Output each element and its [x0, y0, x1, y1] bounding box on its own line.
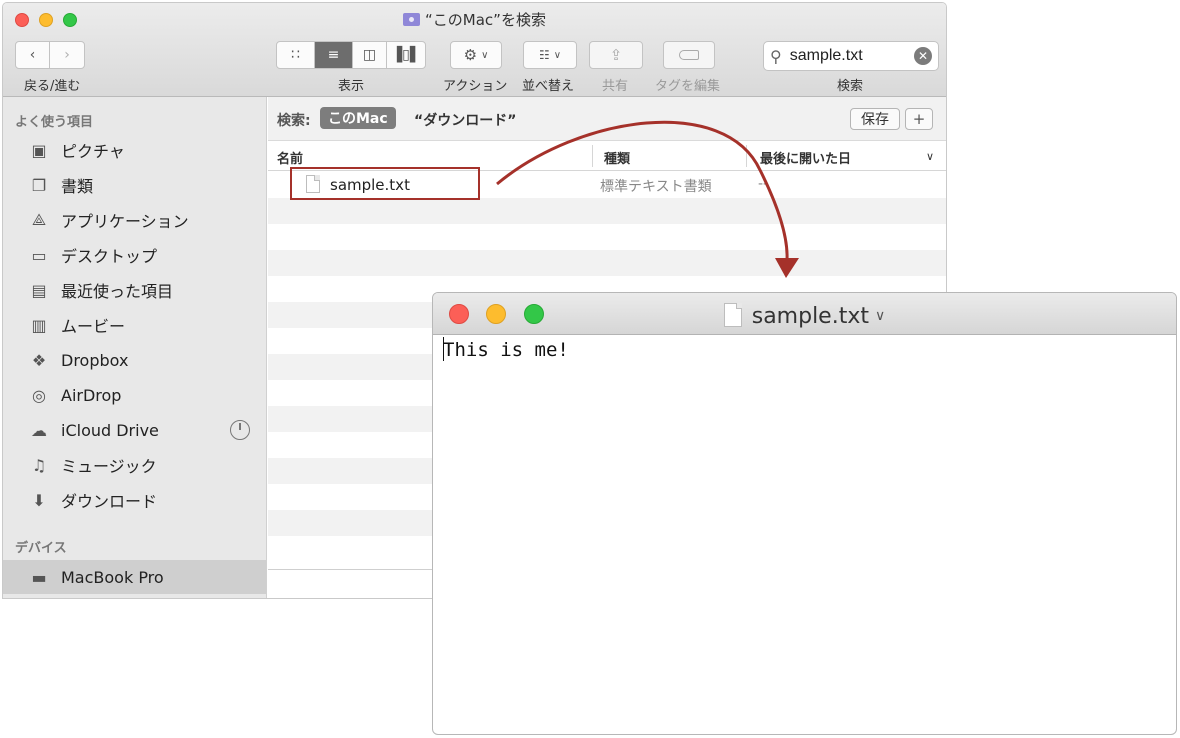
save-search-button[interactable]: 保存	[850, 108, 900, 130]
share-label: 共有	[602, 79, 629, 94]
storage-gauge-icon	[230, 420, 250, 440]
back-forward-control: ‹ ›	[15, 41, 85, 69]
sidebar-item-dropbox[interactable]: ❖ Dropbox	[3, 343, 266, 377]
gallery-view-button[interactable]: ▐▯▌	[387, 42, 425, 68]
arrange-label: 並べ替え	[522, 79, 575, 94]
edit-tags-label: タグを編集	[655, 79, 721, 94]
clear-search-icon[interactable]: ✕	[914, 47, 932, 65]
camera-icon: ▣	[31, 140, 47, 160]
sidebar-item-desktop[interactable]: ▭ デスクトップ	[3, 238, 266, 272]
edit-tags-button[interactable]	[663, 41, 715, 69]
chevron-down-icon: ∨	[553, 49, 562, 61]
sidebar-item-movies[interactable]: ▥ ムービー	[3, 308, 266, 342]
scope-downloads-button[interactable]: “ダウンロード”	[414, 110, 516, 130]
search-field[interactable]: ⚲ ✕	[763, 41, 939, 71]
download-icon: ⬇	[32, 490, 46, 510]
column-kind[interactable]: 種類	[604, 148, 630, 167]
column-divider	[746, 145, 747, 167]
chevron-down-icon[interactable]: ∨	[926, 150, 934, 163]
chevron-right-icon: ›	[64, 47, 70, 63]
column-last-opened[interactable]: 最後に開いた日	[760, 148, 851, 167]
finder-toolbar: “このMac”を検索 ‹ › 戻る/進む ∷ ≡ ◫ ▐▯▌ 表示 ⚙ ∨ アクシ…	[3, 3, 946, 97]
empty-row	[268, 250, 946, 276]
laptop-icon: ▬	[31, 567, 47, 587]
chevron-left-icon: ‹	[29, 47, 36, 63]
grid-icon: ∷	[291, 47, 300, 63]
music-note-icon: ♫	[31, 455, 47, 475]
forward-button[interactable]: ›	[50, 42, 84, 68]
chevron-down-icon: ∨	[875, 308, 886, 324]
scope-label: 検索:	[277, 113, 311, 129]
search-scope-bar: 検索: このMac “ダウンロード” 保存 +	[268, 97, 946, 141]
sidebar-item-applications[interactable]: ⟁ アプリケーション	[3, 203, 266, 237]
film-icon: ▥	[31, 315, 47, 335]
file-highlight-box	[290, 167, 480, 200]
column-view-button[interactable]: ◫	[353, 42, 387, 68]
text-document-icon	[723, 303, 742, 327]
sidebar-item-documents[interactable]: ❐ 書類	[3, 168, 266, 202]
finder-sidebar: よく使う項目 ▣ ピクチャ ❐ 書類 ⟁ アプリケーション ▭ デスクトップ ▤ 最近使っ…	[3, 97, 267, 598]
view-label: 表示	[338, 79, 365, 94]
empty-row	[268, 224, 946, 250]
action-button[interactable]: ⚙ ∨	[450, 41, 502, 69]
share-icon: ⇪	[609, 46, 623, 64]
favorites-header: よく使う項目	[15, 115, 94, 130]
list-view-button[interactable]: ≡	[315, 42, 353, 68]
dropbox-icon: ❖	[31, 350, 47, 370]
empty-row	[268, 198, 946, 224]
search-label: 検索	[837, 79, 864, 94]
scope-this-mac-button[interactable]: このMac	[320, 107, 396, 129]
sidebar-item-music[interactable]: ♫ ミュージック	[3, 448, 266, 482]
sidebar-item-macbook-pro[interactable]: ▬ MacBook Pro	[3, 560, 266, 594]
airdrop-icon: ◎	[32, 385, 46, 405]
column-divider	[592, 145, 593, 167]
columns-icon: ◫	[362, 47, 377, 63]
add-criteria-button[interactable]: +	[905, 108, 933, 130]
sidebar-item-recents[interactable]: ▤ 最近使った項目	[3, 273, 266, 307]
smart-folder-icon	[403, 13, 421, 26]
icon-view-button[interactable]: ∷	[277, 42, 315, 68]
action-label: アクション	[443, 79, 508, 94]
search-icon: ⚲	[770, 46, 782, 66]
chevron-down-icon: ∨	[481, 49, 489, 61]
sidebar-item-downloads[interactable]: ⬇ ダウンロード	[3, 483, 266, 517]
cover-flow-icon: ▐▯▌	[391, 47, 421, 63]
search-input[interactable]	[787, 46, 900, 66]
arrange-grid-icon: ☷	[538, 48, 550, 62]
textedit-window: sample.txt ∨ This is me!	[432, 292, 1177, 735]
gear-icon: ⚙	[463, 46, 478, 64]
share-button[interactable]: ⇪	[589, 41, 643, 69]
window-title: “このMac”を検索	[3, 9, 946, 30]
documents-icon: ❐	[31, 175, 47, 195]
textedit-title[interactable]: sample.txt ∨	[433, 303, 1176, 329]
back-button[interactable]: ‹	[16, 42, 50, 68]
devices-header: デバイス	[15, 541, 67, 556]
arrange-button[interactable]: ☷ ∨	[523, 41, 577, 69]
tag-icon	[679, 50, 699, 60]
sidebar-item-icloud-drive[interactable]: ☁ iCloud Drive	[3, 413, 266, 447]
recents-icon: ▤	[31, 280, 47, 300]
applications-icon: ⟁	[31, 210, 47, 229]
list-icon: ≡	[327, 47, 340, 63]
document-text-area[interactable]: This is me!	[443, 339, 569, 361]
textedit-titlebar: sample.txt ∨	[433, 293, 1176, 335]
sidebar-item-airdrop[interactable]: ◎ AirDrop	[3, 378, 266, 412]
file-last-opened: --	[758, 176, 769, 192]
sidebar-item-pictures[interactable]: ▣ ピクチャ	[3, 133, 266, 167]
desktop-icon: ▭	[31, 245, 47, 265]
column-name[interactable]: 名前	[277, 148, 303, 167]
file-kind: 標準テキスト書類	[600, 179, 712, 195]
back-forward-label: 戻る/進む	[24, 79, 81, 94]
view-mode-control: ∷ ≡ ◫ ▐▯▌	[276, 41, 426, 69]
cloud-icon: ☁	[31, 420, 47, 440]
